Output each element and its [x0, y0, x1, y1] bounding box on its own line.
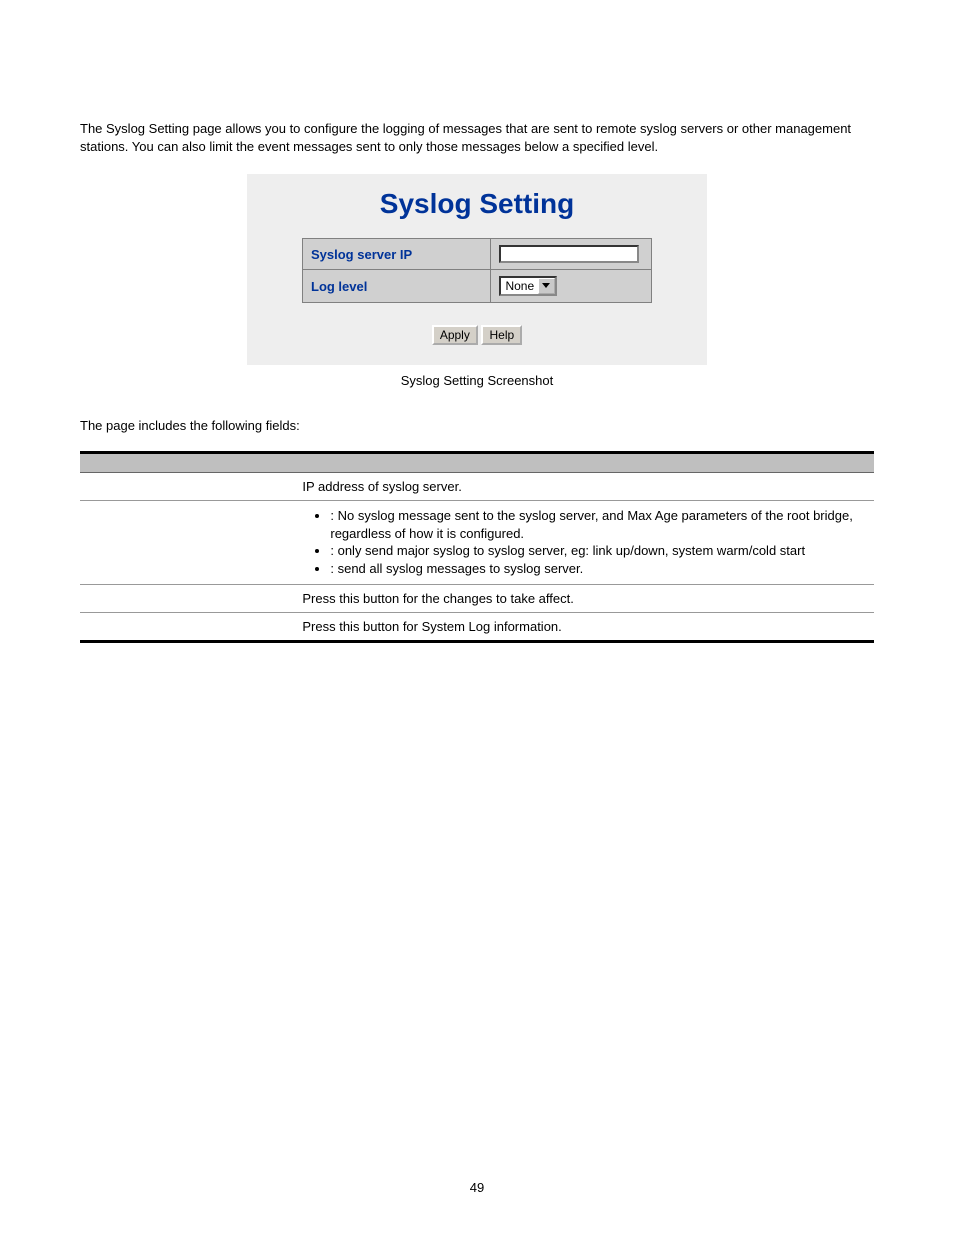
object-cell: [80, 612, 294, 641]
object-cell: [80, 584, 294, 612]
description-cell: Press this button for System Log informa…: [294, 612, 874, 641]
chevron-down-icon[interactable]: [538, 278, 555, 294]
syslog-screenshot: Syslog Setting Syslog server IP Log leve…: [247, 174, 707, 365]
list-item: : No syslog message sent to the syslog s…: [330, 507, 866, 542]
description-table: IP address of syslog server. : No syslog…: [80, 451, 874, 642]
object-cell: [80, 473, 294, 501]
list-item: : only send major syslog to syslog serve…: [330, 542, 866, 560]
table-row: : No syslog message sent to the syslog s…: [80, 501, 874, 584]
syslog-ip-input[interactable]: [499, 245, 639, 263]
log-level-select[interactable]: None: [499, 276, 557, 296]
fields-intro: The page includes the following fields:: [80, 418, 874, 433]
screenshot-caption: Syslog Setting Screenshot: [247, 373, 707, 388]
description-cell: : No syslog message sent to the syslog s…: [294, 501, 874, 584]
object-cell: [80, 501, 294, 584]
table-row: Press this button for System Log informa…: [80, 612, 874, 641]
page-number: 49: [0, 1180, 954, 1195]
help-button[interactable]: Help: [481, 325, 522, 345]
table-header-row: [80, 453, 874, 473]
list-item: : send all syslog messages to syslog ser…: [330, 560, 866, 578]
intro-text: The Syslog Setting page allows you to co…: [80, 120, 874, 156]
syslog-ip-label: Syslog server IP: [303, 239, 491, 270]
log-level-label: Log level: [303, 270, 491, 303]
table-row: Press this button for the changes to tak…: [80, 584, 874, 612]
form-table: Syslog server IP Log level None: [302, 238, 652, 303]
apply-button[interactable]: Apply: [432, 325, 478, 345]
screenshot-title: Syslog Setting: [247, 182, 707, 238]
description-cell: IP address of syslog server.: [294, 473, 874, 501]
table-row: IP address of syslog server.: [80, 473, 874, 501]
description-cell: Press this button for the changes to tak…: [294, 584, 874, 612]
